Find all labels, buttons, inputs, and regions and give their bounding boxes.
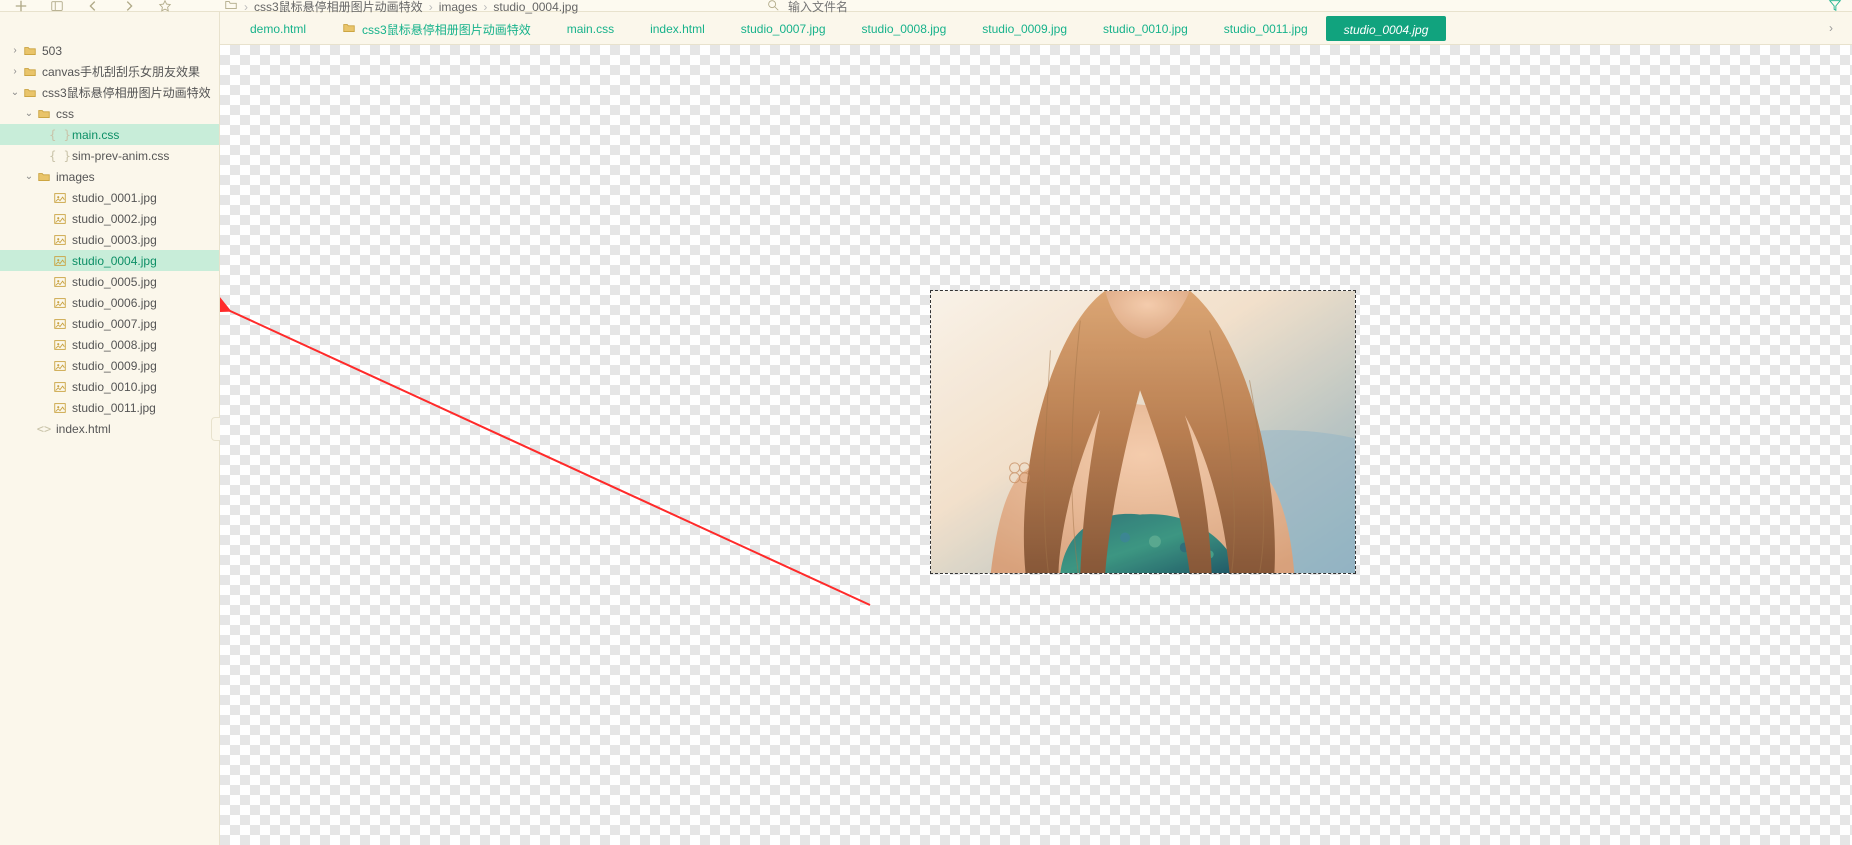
tree-item-label: css <box>56 107 74 121</box>
tab-bar: demo.html css3鼠标悬停相册图片动画特效 main.css index.h… <box>220 12 1852 45</box>
html-icon: <> <box>36 422 52 436</box>
folder-icon <box>342 21 356 38</box>
tree-item[interactable]: ⌄ css <box>0 103 219 124</box>
tree-item-label: images <box>56 170 95 184</box>
tab[interactable]: index.html <box>632 12 723 44</box>
img-icon <box>52 401 68 415</box>
img-icon <box>52 254 68 268</box>
tree-item-label: studio_0004.jpg <box>72 254 157 268</box>
tree-item[interactable]: studio_0006.jpg <box>0 292 219 313</box>
css-icon: { } <box>52 149 68 163</box>
tree-item-label: 503 <box>42 44 62 58</box>
tree-item-label: studio_0011.jpg <box>72 401 156 415</box>
image-canvas <box>220 45 1852 845</box>
img-icon <box>52 191 68 205</box>
folder-icon <box>36 170 52 184</box>
tree-item-label: sim-prev-anim.css <box>72 149 169 163</box>
tree-item-label: studio_0009.jpg <box>72 359 157 373</box>
tab[interactable]: studio_0008.jpg <box>844 12 965 44</box>
new-tab-icon[interactable] <box>14 0 28 12</box>
sidebar-toggle-icon[interactable] <box>50 0 64 12</box>
tree-item[interactable]: studio_0003.jpg <box>0 229 219 250</box>
img-icon <box>52 212 68 226</box>
tree-item-label: studio_0007.jpg <box>72 317 157 331</box>
twisty-icon[interactable]: ⌄ <box>22 108 36 119</box>
tree-item-label: studio_0005.jpg <box>72 275 157 289</box>
toolbar-left-icons <box>6 0 172 12</box>
img-icon <box>52 233 68 247</box>
tree-item-label: css3鼠标悬停相册图片动画特效 <box>42 84 211 101</box>
tree-item[interactable]: ⌄ images <box>0 166 219 187</box>
tree-item[interactable]: { } main.css <box>0 124 219 145</box>
tab[interactable]: main.css <box>549 12 632 44</box>
tree-item-label: main.css <box>72 128 119 142</box>
tree-item[interactable]: studio_0011.jpg <box>0 397 219 418</box>
img-icon <box>52 338 68 352</box>
content-area: demo.html css3鼠标悬停相册图片动画特效 main.css index.h… <box>220 12 1852 845</box>
img-icon <box>52 275 68 289</box>
tree-item[interactable]: studio_0005.jpg <box>0 271 219 292</box>
img-icon <box>52 359 68 373</box>
tab-label: css3鼠标悬停相册图片动画特效 <box>362 21 531 38</box>
tab-label: studio_0011.jpg <box>1224 22 1308 36</box>
tree-item[interactable]: <> index.html <box>0 418 219 439</box>
tree-item-label: studio_0010.jpg <box>72 380 157 394</box>
tab[interactable]: studio_0007.jpg <box>723 12 844 44</box>
tree-item[interactable]: studio_0004.jpg <box>0 250 219 271</box>
forward-icon[interactable] <box>122 0 136 12</box>
tab-label: studio_0010.jpg <box>1103 22 1188 36</box>
twisty-icon[interactable]: ⌄ <box>8 87 22 98</box>
tab-label: demo.html <box>250 22 306 36</box>
img-icon <box>52 380 68 394</box>
filter-dropdown-icon[interactable] <box>1828 0 1842 15</box>
tree-item[interactable]: { } sim-prev-anim.css <box>0 145 219 166</box>
twisty-icon[interactable]: › <box>8 66 22 77</box>
folder-icon <box>22 44 38 58</box>
file-tree-sidebar: › 503 › canvas手机刮刮乐女朋友效果 ⌄ css3鼠标悬停相册图片动画特效 ⌄ c… <box>0 12 220 845</box>
tab-label: studio_0007.jpg <box>741 22 826 36</box>
tree-item[interactable]: ⌄ css3鼠标悬停相册图片动画特效 <box>0 82 219 103</box>
tree-item-label: studio_0002.jpg <box>72 212 157 226</box>
tree-item-label: index.html <box>56 422 111 436</box>
tree-item-label: studio_0003.jpg <box>72 233 157 247</box>
tree-item[interactable]: studio_0002.jpg <box>0 208 219 229</box>
tab-label: index.html <box>650 22 705 36</box>
twisty-icon[interactable]: ⌄ <box>22 171 36 182</box>
tree-item[interactable]: › canvas手机刮刮乐女朋友效果 <box>0 61 219 82</box>
star-icon[interactable] <box>158 0 172 12</box>
tab[interactable]: css3鼠标悬停相册图片动画特效 <box>324 12 549 44</box>
tree-item[interactable]: studio_0010.jpg <box>0 376 219 397</box>
tab-label: studio_0008.jpg <box>862 22 947 36</box>
tree-item-label: canvas手机刮刮乐女朋友效果 <box>42 63 200 80</box>
folder-icon <box>36 107 52 121</box>
tab-label: studio_0004.jpg <box>1344 23 1429 37</box>
tree-item-label: studio_0006.jpg <box>72 296 157 310</box>
folder-icon <box>22 86 38 100</box>
tab[interactable]: studio_0009.jpg <box>964 12 1085 44</box>
tab-label: studio_0009.jpg <box>982 22 1067 36</box>
tree-item[interactable]: studio_0009.jpg <box>0 355 219 376</box>
tree-item[interactable]: studio_0008.jpg <box>0 334 219 355</box>
tree-item-label: studio_0008.jpg <box>72 338 157 352</box>
folder-icon <box>22 65 38 79</box>
tab[interactable]: studio_0011.jpg <box>1206 12 1326 44</box>
tab[interactable]: studio_0004.jpg <box>1326 16 1447 41</box>
tree-item[interactable]: studio_0007.jpg <box>0 313 219 334</box>
top-toolbar: › css3鼠标悬停相册图片动画特效 › images › studio_000… <box>0 0 1852 12</box>
css-icon: { } <box>52 128 68 142</box>
twisty-icon[interactable]: › <box>8 45 22 56</box>
img-icon <box>52 317 68 331</box>
tree-item[interactable]: studio_0001.jpg <box>0 187 219 208</box>
tab[interactable]: studio_0010.jpg <box>1085 12 1206 44</box>
back-icon[interactable] <box>86 0 100 12</box>
img-icon <box>52 296 68 310</box>
tab-label: main.css <box>567 22 614 36</box>
tab[interactable]: demo.html <box>232 12 324 44</box>
tree-item[interactable]: › 503 <box>0 40 219 61</box>
image-preview <box>930 290 1356 574</box>
tab-overflow-icon[interactable]: › <box>1822 12 1840 44</box>
tree-item-label: studio_0001.jpg <box>72 191 157 205</box>
